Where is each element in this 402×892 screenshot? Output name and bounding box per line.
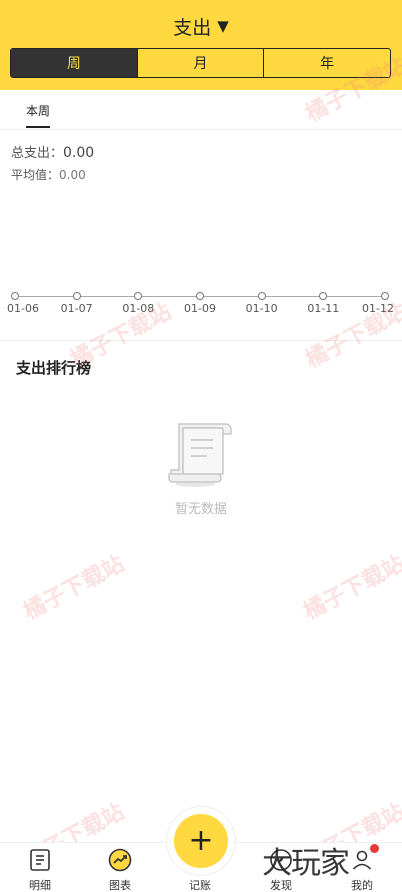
tab-label: 记账 — [189, 879, 211, 892]
period-segmented-control: 周 月 年 — [10, 48, 391, 78]
header-bar: 支出 ▼ 周 月 年 — [0, 0, 402, 90]
x-tick-label: 01-10 — [245, 302, 278, 315]
empty-state-text: 暂无数据 — [174, 502, 227, 517]
type-selector[interactable]: 支出 ▼ — [0, 12, 402, 40]
tab-chart[interactable]: 图表 — [80, 843, 160, 892]
tab-details[interactable]: 明细 — [0, 843, 80, 892]
tab-label: 明细 — [29, 879, 51, 892]
total-label: 总支出： — [11, 146, 64, 161]
chart-point — [257, 292, 266, 300]
tab-label: 图表 — [109, 879, 131, 892]
chart-icon — [108, 848, 132, 872]
ranking-title: 支出排行榜 — [16, 359, 92, 377]
brand-watermark-logo: 大玩家 — [262, 846, 350, 881]
watermark: 橘子下载站 — [19, 551, 129, 626]
x-tick-label: 01-11 — [307, 302, 340, 315]
average-expense: 平均值：0.00 — [11, 166, 86, 183]
x-tick-label: 01-12 — [362, 302, 394, 315]
caret-down-icon[interactable]: ▼ — [217, 17, 229, 35]
chart-point — [134, 292, 143, 300]
plus-icon: + — [188, 823, 214, 858]
watermark: 橘子下载站 — [299, 551, 402, 626]
chart-point — [381, 292, 389, 300]
segment-year[interactable]: 年 — [264, 49, 390, 77]
x-tick-label: 01-09 — [184, 302, 216, 315]
x-tick-label: 01-08 — [122, 302, 155, 315]
chart-point — [11, 292, 19, 300]
tab-current-week[interactable]: 本周 — [26, 102, 50, 119]
empty-receipt-icon — [168, 423, 232, 487]
tab-underline — [26, 126, 50, 128]
total-value: 0.00 — [63, 145, 95, 161]
section-divider — [0, 340, 402, 341]
chart-point — [72, 292, 81, 300]
x-tick-label: 01-06 — [7, 302, 39, 315]
average-label: 平均值： — [11, 168, 60, 182]
notification-badge — [370, 844, 379, 853]
chart-point — [319, 292, 328, 300]
page-title[interactable]: 支出 — [173, 13, 211, 40]
segment-month[interactable]: 月 — [138, 49, 265, 77]
x-tick-label: 01-07 — [60, 302, 93, 315]
segment-week[interactable]: 周 — [11, 49, 138, 77]
average-value: 0.00 — [59, 168, 86, 182]
total-expense: 总支出：0.00 — [11, 142, 94, 161]
expense-line-chart: 01-06 01-07 01-08 01-09 01-10 01-11 01-12 — [0, 280, 402, 330]
period-tabs: 本周 — [0, 90, 402, 130]
chart-point — [196, 292, 204, 300]
list-icon — [30, 849, 50, 871]
add-record-button[interactable]: + — [174, 814, 228, 868]
